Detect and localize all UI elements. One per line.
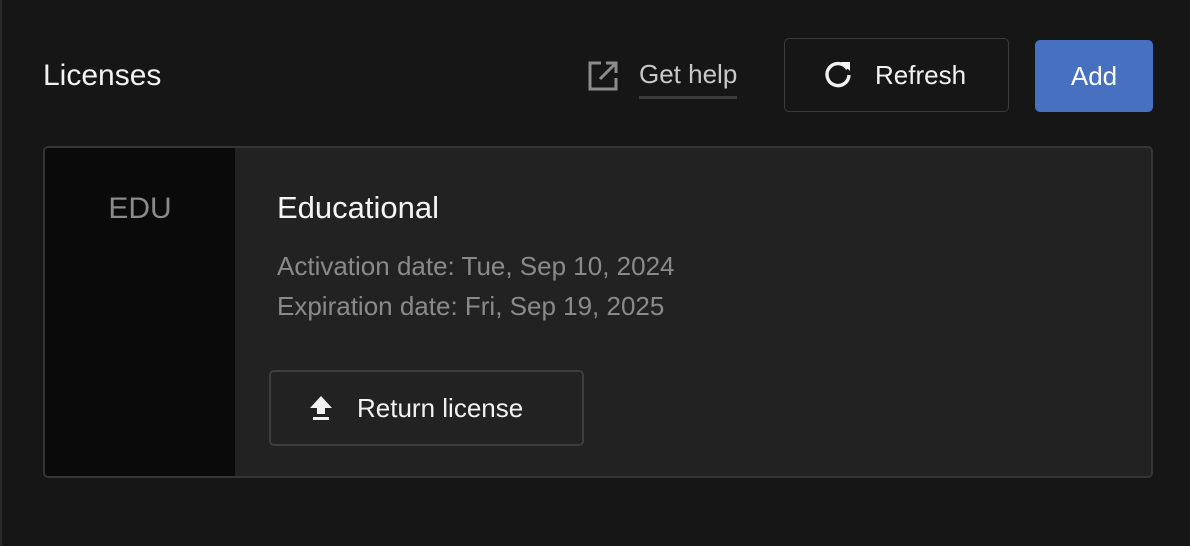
license-type-abbreviation: EDU (108, 192, 172, 225)
return-license-label: Return license (357, 392, 524, 423)
license-type-panel: EDU (45, 148, 235, 476)
refresh-button[interactable]: Refresh (784, 38, 1009, 112)
license-card: EDU Educational Activation date: Tue, Se… (43, 146, 1153, 478)
get-help-link[interactable]: Get help (586, 54, 738, 102)
add-button[interactable]: Add (1035, 40, 1153, 112)
licenses-page: Licenses Get help Refresh Add EDU Educat… (0, 0, 1190, 546)
left-divider (0, 0, 2, 546)
upload-icon (310, 396, 332, 420)
activation-date: Activation date: Tue, Sep 10, 2024 (277, 251, 675, 281)
expiration-date: Expiration date: Fri, Sep 19, 2025 (277, 291, 665, 321)
external-link-icon (588, 61, 618, 91)
refresh-label: Refresh (875, 59, 967, 90)
page-title: Licenses (43, 59, 162, 92)
get-help-label: Get help (639, 54, 738, 99)
return-license-button[interactable]: Return license (269, 370, 584, 446)
refresh-icon (825, 61, 851, 88)
license-name: Educational (277, 190, 440, 225)
